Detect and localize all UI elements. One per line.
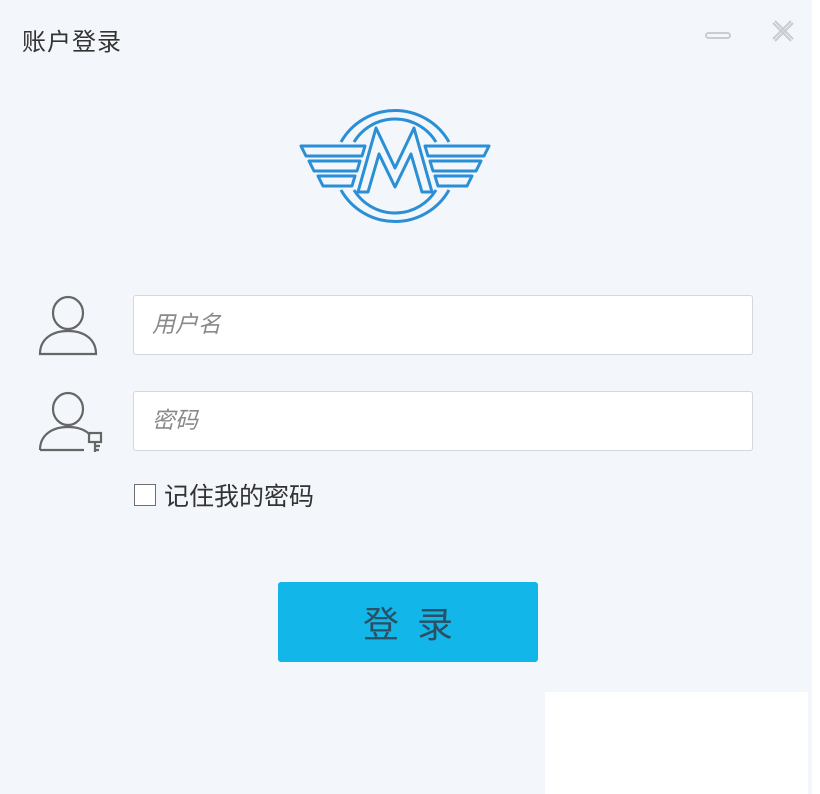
user-key-icon	[38, 391, 103, 452]
minimize-button[interactable]	[704, 26, 732, 44]
remember-password-label: 记住我的密码	[164, 482, 315, 511]
window-title: 账户登录	[22, 28, 122, 56]
window-edge	[812, 0, 820, 794]
password-input[interactable]	[133, 391, 753, 451]
close-button[interactable]	[766, 14, 800, 48]
remember-password-checkbox[interactable]	[134, 484, 156, 506]
username-input[interactable]	[133, 295, 753, 355]
minimize-icon	[705, 32, 731, 39]
user-icon	[38, 295, 98, 356]
blank-panel	[545, 692, 808, 794]
close-icon	[772, 20, 794, 42]
login-button[interactable]: 登录	[278, 582, 538, 662]
remember-password-option[interactable]: 记住我的密码	[134, 480, 315, 511]
metro-wings-logo	[299, 108, 491, 224]
login-window: 账户登录 用户名 记住我的密码 登录	[0, 0, 820, 794]
